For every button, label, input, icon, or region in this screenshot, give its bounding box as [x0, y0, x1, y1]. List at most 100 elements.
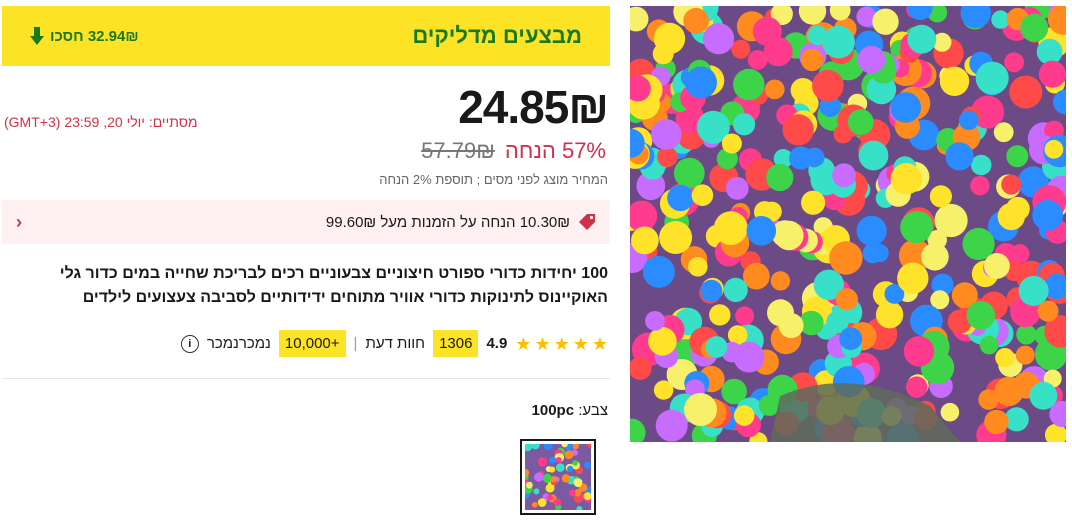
rating-stars[interactable]: ★ ★ ★ ★ ★	[515, 335, 608, 353]
ball	[829, 241, 863, 275]
ball	[800, 48, 824, 72]
ball	[651, 119, 682, 150]
ball	[531, 501, 538, 508]
ball	[542, 473, 552, 483]
ball	[921, 243, 949, 271]
ball	[747, 50, 768, 70]
ball	[564, 450, 574, 460]
ball	[832, 163, 856, 188]
original-price: 57.79₪	[421, 138, 495, 163]
ball	[966, 301, 996, 330]
ball	[907, 24, 937, 54]
ball	[872, 8, 899, 35]
product-title: 100 יחידות כדורי ספורט חיצוניים צבעוניים…	[59, 265, 608, 306]
price-discount-row: 57% הנחה 57.79₪	[421, 138, 606, 164]
ball	[890, 163, 922, 195]
ball	[721, 133, 742, 154]
ball	[970, 154, 992, 176]
ball	[703, 23, 735, 55]
tag-icon	[579, 214, 595, 230]
ball	[657, 146, 678, 168]
ball	[766, 163, 794, 192]
current-price: 24.85₪	[458, 81, 609, 133]
ball	[782, 114, 814, 146]
ball	[975, 61, 1009, 95]
product-main-image[interactable]	[630, 6, 1066, 442]
ball	[645, 311, 665, 331]
coupon-content: 10.30₪ הנחה על הזמנות מעל 99.60₪	[326, 213, 596, 231]
ball	[945, 142, 974, 171]
ball	[567, 465, 574, 473]
ball	[764, 79, 785, 100]
sold-label: נמכרנמכר	[206, 335, 271, 352]
ball	[875, 301, 904, 329]
ball	[857, 45, 886, 74]
ball	[993, 122, 1014, 143]
ball	[1001, 174, 1022, 195]
discount-percent: 57% הנחה	[504, 138, 606, 163]
star-icon: ★	[515, 333, 532, 354]
ball	[569, 489, 576, 497]
ball	[683, 7, 709, 34]
ball	[939, 66, 970, 96]
coupon-row[interactable]: › 10.30₪ הנחה על הזמנות מעל 99.60₪	[2, 200, 610, 244]
ball	[534, 472, 544, 482]
ball	[994, 376, 1024, 407]
star-icon: ★	[534, 333, 551, 354]
ball	[1038, 60, 1066, 88]
ball	[648, 327, 677, 356]
ball	[691, 184, 714, 206]
ball	[940, 402, 960, 422]
ball	[984, 253, 1010, 279]
ball	[733, 113, 756, 136]
ball	[778, 313, 804, 339]
product-stats: ★ ★ ★ ★ ★ 4.9 1306 חוות דעת | +10,000 נמ…	[180, 330, 608, 357]
ball	[770, 271, 791, 291]
color-thumbnail-image	[520, 440, 595, 512]
ball	[1037, 300, 1059, 322]
ball	[997, 202, 1025, 231]
ball	[584, 461, 591, 469]
ball	[572, 460, 578, 466]
ball	[655, 409, 688, 442]
reviews-label[interactable]: חוות דעת	[365, 335, 425, 352]
ball	[549, 456, 557, 464]
ball	[906, 376, 928, 398]
info-icon[interactable]: i	[180, 334, 199, 353]
arrow-down-icon	[30, 27, 44, 45]
ball	[929, 185, 952, 208]
ball	[550, 476, 558, 483]
ball	[1016, 324, 1037, 345]
ball	[533, 488, 540, 495]
ball	[548, 466, 556, 473]
ball	[984, 409, 1009, 435]
chevron-right-icon[interactable]: ›	[16, 212, 22, 233]
ball	[897, 262, 929, 294]
color-option-thumbnail[interactable]	[520, 439, 596, 515]
color-selection-label: צבע: 100pc	[532, 402, 608, 419]
star-icon: ★	[553, 333, 570, 354]
ball	[525, 481, 533, 489]
color-value: 100pc	[531, 402, 575, 419]
ball	[733, 405, 755, 426]
ball	[713, 211, 748, 246]
ball	[752, 16, 782, 46]
ball	[847, 109, 874, 135]
ball	[1032, 199, 1064, 231]
ball	[700, 279, 723, 302]
ball	[1036, 38, 1063, 65]
ball	[547, 494, 553, 501]
ball	[978, 389, 999, 410]
ball	[537, 457, 548, 467]
ball	[537, 498, 547, 507]
rating-value: 4.9	[486, 335, 508, 352]
reviews-count[interactable]: 1306	[433, 330, 479, 357]
ball	[1006, 145, 1029, 168]
ball	[790, 78, 816, 103]
ball	[812, 69, 844, 102]
ball	[667, 184, 694, 212]
ball	[1044, 139, 1064, 159]
ball	[684, 393, 717, 426]
ball	[673, 157, 705, 189]
ball	[835, 288, 858, 311]
